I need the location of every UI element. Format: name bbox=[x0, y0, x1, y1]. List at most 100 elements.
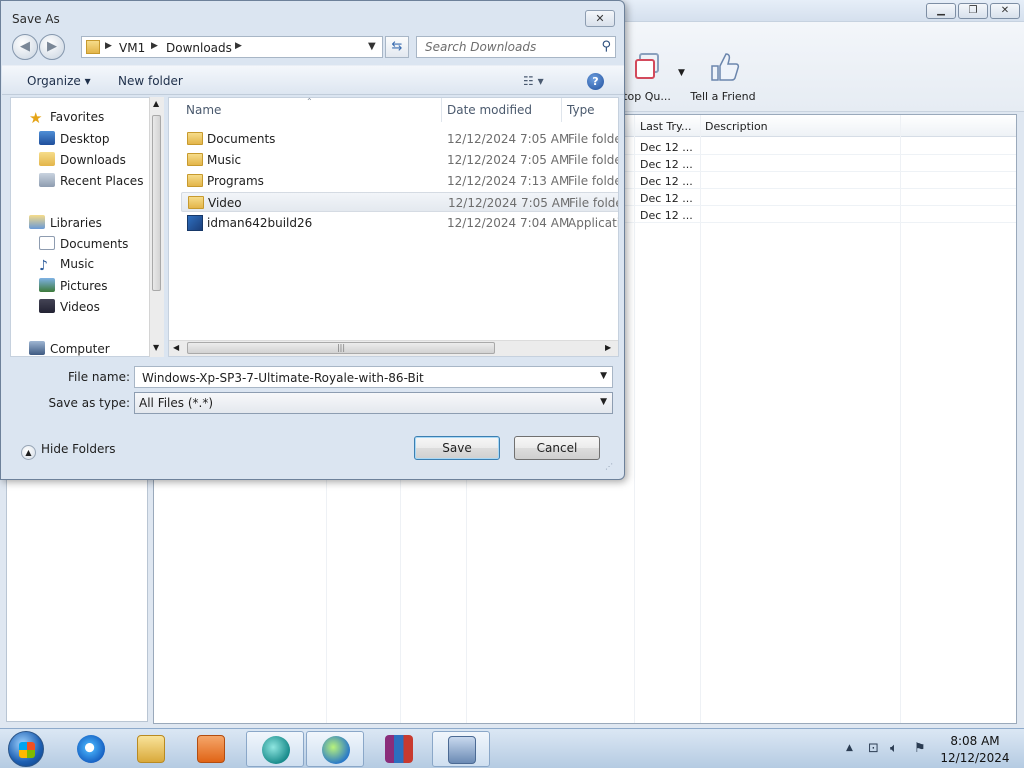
scroll-left-icon[interactable]: ◀ bbox=[173, 343, 179, 352]
nav-item-downloads[interactable]: Downloads bbox=[39, 152, 126, 167]
search-box[interactable]: ⚲ bbox=[416, 36, 616, 58]
nav-item-desktop[interactable]: Desktop bbox=[39, 131, 110, 146]
save-as-dialog: Save As ✕ ◀ ▶ ▶ VM1 ▶ Downloads ▶ ▼ ⇆ ⚲ … bbox=[0, 0, 625, 480]
music-icon: ♪ bbox=[39, 258, 48, 274]
organize-button[interactable]: Organize ▾ bbox=[27, 74, 91, 88]
nav-item-label: Libraries bbox=[50, 216, 102, 230]
breadcrumb-separator-icon[interactable]: ▶ bbox=[235, 41, 242, 51]
downloads-icon bbox=[39, 152, 55, 166]
nav-item-label: Downloads bbox=[60, 153, 126, 167]
close-button[interactable]: ✕ bbox=[990, 3, 1020, 19]
name-column-header[interactable]: Name bbox=[186, 103, 221, 117]
file-type: Application bbox=[568, 216, 618, 230]
idm-icon bbox=[322, 736, 350, 764]
help-icon[interactable]: ? bbox=[587, 73, 604, 90]
file-row-video[interactable]: Video 12/12/2024 7:05 AM File folder bbox=[181, 192, 618, 212]
show-hidden-icons-icon[interactable]: ▲ bbox=[846, 743, 853, 753]
file-name-input[interactable] bbox=[140, 370, 590, 385]
winrar-icon bbox=[385, 735, 413, 763]
nav-item-pictures[interactable]: Pictures bbox=[39, 278, 108, 293]
nav-item-label: Pictures bbox=[60, 279, 108, 293]
breadcrumb-separator-icon[interactable]: ▶ bbox=[105, 41, 112, 51]
nav-item-label: Music bbox=[60, 257, 95, 271]
nav-item-documents[interactable]: Documents bbox=[39, 236, 128, 251]
hide-folders-button[interactable]: ▲ Hide Folders bbox=[21, 442, 116, 460]
file-name-combobox[interactable]: ▼ bbox=[134, 366, 613, 388]
refresh-button[interactable]: ⇆ bbox=[385, 36, 409, 58]
taskbar-network-computer[interactable] bbox=[432, 731, 490, 767]
search-input[interactable] bbox=[423, 39, 593, 55]
network-icon[interactable]: ⊡ bbox=[868, 741, 879, 756]
internet-explorer-icon bbox=[77, 735, 105, 763]
stop-queue-dropdown-arrow[interactable]: ▼ bbox=[678, 68, 685, 78]
back-button[interactable]: ◀ bbox=[12, 34, 38, 60]
address-history-dropdown-icon[interactable]: ▼ bbox=[368, 41, 376, 52]
address-bar[interactable]: ▶ VM1 ▶ Downloads ▶ ▼ bbox=[81, 36, 383, 58]
cancel-button[interactable]: Cancel bbox=[514, 436, 600, 460]
type-column-header[interactable]: Type bbox=[567, 103, 595, 117]
volume-icon[interactable]: 🔈︎ bbox=[890, 741, 898, 756]
nav-item-computer[interactable]: Computer bbox=[29, 341, 110, 356]
resize-grip-icon[interactable]: ⋰ bbox=[605, 462, 613, 471]
save-button[interactable]: Save bbox=[414, 436, 500, 460]
description-column-header[interactable]: Description bbox=[705, 120, 768, 133]
nav-item-label: Desktop bbox=[60, 132, 110, 146]
navigation-scroll-thumb[interactable] bbox=[152, 115, 161, 291]
last-try-cell[interactable]: Dec 12 ... bbox=[640, 209, 693, 222]
date-modified-column-header[interactable]: Date modified bbox=[447, 103, 532, 117]
nav-item-music[interactable]: ♪ Music bbox=[39, 257, 94, 274]
desktop-icon bbox=[39, 131, 55, 145]
start-button[interactable] bbox=[8, 731, 44, 767]
scroll-right-icon[interactable]: ▶ bbox=[605, 343, 611, 352]
file-row-idman642build26[interactable]: idman642build26 12/12/2024 7:04 AM Appli… bbox=[181, 213, 618, 233]
taskbar-media-player[interactable] bbox=[182, 731, 240, 767]
file-row-documents[interactable]: Documents 12/12/2024 7:05 AM File folder bbox=[181, 129, 618, 149]
breadcrumb-downloads[interactable]: Downloads bbox=[166, 41, 232, 55]
thumbs-up-icon bbox=[704, 48, 742, 86]
minimize-button[interactable]: ▁ bbox=[926, 3, 956, 19]
clock-time[interactable]: 8:08 AM bbox=[930, 734, 1020, 748]
taskbar-idm[interactable] bbox=[306, 731, 364, 767]
taskbar-app-globe[interactable] bbox=[246, 731, 304, 767]
maximize-button[interactable]: ❐ bbox=[958, 3, 988, 19]
save-as-type-dropdown-icon[interactable]: ▼ bbox=[600, 397, 607, 407]
save-as-type-select[interactable]: All Files (*.*) ▼ bbox=[134, 392, 613, 414]
column-divider bbox=[561, 98, 562, 122]
last-try-cell[interactable]: Dec 12 ... bbox=[640, 141, 693, 154]
sort-ascending-icon: ⌃ bbox=[306, 97, 313, 106]
nav-item-label: Favorites bbox=[50, 110, 105, 124]
scroll-down-icon[interactable]: ▼ bbox=[153, 343, 159, 352]
nav-item-recent-places[interactable]: Recent Places bbox=[39, 173, 143, 188]
forward-button[interactable]: ▶ bbox=[39, 34, 65, 60]
last-try-cell[interactable]: Dec 12 ... bbox=[640, 158, 693, 171]
breadcrumb-vm1[interactable]: VM1 bbox=[119, 41, 145, 55]
breadcrumb-separator-icon[interactable]: ▶ bbox=[151, 41, 158, 51]
nav-item-favorites[interactable]: ★ Favorites bbox=[29, 110, 104, 126]
file-row-music[interactable]: Music 12/12/2024 7:05 AM File folder bbox=[181, 150, 618, 170]
nav-item-libraries[interactable]: Libraries bbox=[29, 215, 102, 230]
taskbar-windows-explorer[interactable] bbox=[122, 731, 180, 767]
file-list-scroll-thumb[interactable]: ||| bbox=[187, 342, 495, 354]
taskbar-internet-explorer[interactable] bbox=[62, 731, 120, 767]
change-view-button[interactable]: ☷ ▾ bbox=[523, 74, 544, 88]
nav-item-videos[interactable]: Videos bbox=[39, 299, 100, 314]
scroll-up-icon[interactable]: ▲ bbox=[153, 99, 159, 108]
windows-explorer-icon bbox=[137, 735, 165, 763]
last-try-cell[interactable]: Dec 12 ... bbox=[640, 192, 693, 205]
new-folder-button[interactable]: New folder bbox=[118, 74, 183, 88]
file-name-dropdown-icon[interactable]: ▼ bbox=[600, 371, 607, 381]
tell-a-friend-button[interactable]: Tell a Friend bbox=[688, 48, 758, 103]
search-icon[interactable]: ⚲ bbox=[601, 39, 611, 54]
last-try-column-header[interactable]: Last Try... bbox=[640, 120, 691, 133]
clock-date[interactable]: 12/12/2024 bbox=[930, 751, 1020, 765]
column-divider bbox=[441, 98, 442, 122]
dialog-close-button[interactable]: ✕ bbox=[585, 10, 615, 27]
file-name: Music bbox=[207, 153, 242, 167]
taskbar-winrar[interactable] bbox=[370, 731, 428, 767]
action-center-flag-icon[interactable]: ⚑ bbox=[914, 741, 926, 756]
stop-queue-button[interactable]: top Qu... bbox=[618, 48, 676, 103]
file-date: 12/12/2024 7:13 AM bbox=[447, 174, 570, 188]
network-computer-icon bbox=[448, 736, 476, 764]
file-row-programs[interactable]: Programs 12/12/2024 7:13 AM File folder bbox=[181, 171, 618, 191]
last-try-cell[interactable]: Dec 12 ... bbox=[640, 175, 693, 188]
